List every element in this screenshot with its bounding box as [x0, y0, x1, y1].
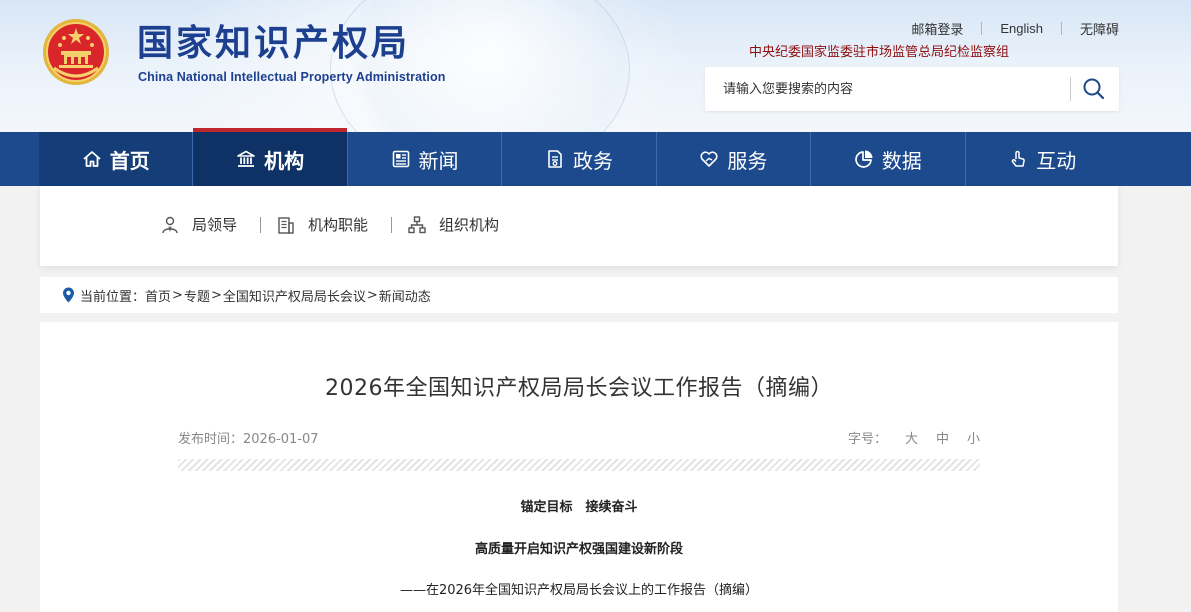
submenu-divider [391, 216, 393, 233]
pie-chart-icon [855, 150, 873, 168]
article-heading-line-2: 高质量开启知识产权强国建设新阶段 [474, 542, 683, 557]
nav-item-interaction[interactable]: 互动 [966, 132, 1119, 186]
nav-label-government-affairs: 政务 [572, 148, 613, 173]
nav-label-service: 服务 [727, 148, 768, 173]
article-meta: 发布时间：2026-01-07 字号： 大 中 小 [178, 428, 980, 447]
search-input[interactable] [705, 67, 1070, 111]
breadcrumb-topics[interactable]: 专题 [184, 286, 210, 305]
publish-label: 发布时间： [178, 432, 244, 447]
supervision-link[interactable]: 中央纪委国家监委驻市场监管总局纪检监察组 [749, 41, 1009, 60]
english-link[interactable]: English [1000, 21, 1043, 36]
home-icon [83, 151, 101, 167]
nav-item-news[interactable]: 新闻 [348, 132, 503, 186]
striped-divider [178, 459, 980, 471]
org-chart-icon [408, 215, 426, 233]
mailbox-login-link[interactable]: 邮箱登录 [911, 19, 963, 38]
nav-label-home: 首页 [109, 148, 150, 173]
submenu-item-organization[interactable]: 组织机构 [407, 214, 499, 235]
building-icon [278, 216, 294, 234]
publish-date: 2026-01-07 [243, 432, 319, 447]
search-icon[interactable] [1079, 75, 1109, 103]
submenu-label-functions: 机构职能 [308, 216, 369, 234]
font-size-medium-button[interactable]: 中 [936, 428, 949, 447]
nav-item-institution[interactable]: 机构 [193, 128, 348, 186]
heart-hand-icon [700, 151, 718, 167]
article-subtitle: ——在2026年全国知识产权局局长会议上的工作报告（摘编） [399, 583, 759, 598]
font-size-large-button[interactable]: 大 [905, 428, 918, 447]
breadcrumb-separator: > [210, 287, 222, 303]
news-icon [392, 150, 409, 168]
search-box [705, 67, 1119, 111]
nav-label-data: 数据 [881, 148, 922, 173]
breadcrumb-news[interactable]: 新闻动态 [379, 286, 431, 305]
org-name-cn: 国家知识产权局 [137, 23, 411, 64]
submenu-item-functions[interactable]: 机构职能 [276, 214, 368, 235]
institution-submenu: 局领导 机构职能 组织机构 [40, 186, 1118, 266]
nav-item-home[interactable]: 首页 [39, 132, 194, 186]
nav-label-interaction: 互动 [1036, 148, 1077, 173]
top-link-divider [981, 22, 983, 35]
breadcrumb-separator: > [366, 287, 378, 303]
font-size-label: 字号： [847, 432, 887, 447]
nav-item-data[interactable]: 数据 [811, 132, 966, 186]
top-link-divider [1060, 22, 1062, 35]
main-nav: 首页 机构 新闻 政务 服务 数据 互动 [0, 128, 1191, 186]
nav-item-service[interactable]: 服务 [657, 132, 812, 186]
font-size-controls: 字号： 大 中 小 [848, 428, 980, 447]
location-pin-icon [63, 287, 74, 303]
article-panel: 2026年全国知识产权局局长会议工作报告（摘编） 发布时间：2026-01-07… [40, 322, 1118, 612]
breadcrumb-conference[interactable]: 全国知识产权局局长会议 [223, 286, 366, 305]
breadcrumb: 当前位置： 首页 > 专题 > 全国知识产权局局长会议 > 新闻动态 [40, 277, 1118, 313]
publish-info: 发布时间：2026-01-07 [178, 428, 319, 447]
top-links: 邮箱登录 English 无障碍 [911, 19, 1119, 38]
breadcrumb-separator: > [172, 287, 183, 303]
org-name-en: China National Intellectual Property Adm… [138, 70, 446, 84]
nav-item-government-affairs[interactable]: 政务 [502, 132, 657, 186]
accessibility-link[interactable]: 无障碍 [1080, 19, 1119, 38]
institution-icon [237, 150, 255, 167]
breadcrumb-home[interactable]: 首页 [145, 286, 171, 305]
breadcrumb-prefix: 当前位置： [80, 289, 146, 305]
person-icon [162, 216, 178, 233]
submenu-label-organization: 组织机构 [439, 216, 500, 234]
document-icon [548, 150, 562, 168]
submenu-label-leaders: 局领导 [192, 216, 238, 234]
article-title: 2026年全国知识产权局局长会议工作报告（摘编） [325, 376, 833, 401]
search-divider [1070, 77, 1071, 101]
globe-decoration [330, 0, 630, 132]
submenu-divider [260, 216, 262, 233]
nav-label-news: 新闻 [418, 148, 459, 173]
article-heading-line-1: 锚定目标 接续奋斗 [520, 500, 638, 515]
site-header: 国家知识产权局 China National Intellectual Prop… [0, 0, 1191, 132]
touch-icon [1011, 150, 1026, 167]
font-size-small-button[interactable]: 小 [967, 428, 980, 447]
national-emblem-icon [43, 19, 109, 85]
nav-label-institution: 机构 [264, 148, 305, 173]
submenu-item-leaders[interactable]: 局领导 [160, 214, 237, 235]
